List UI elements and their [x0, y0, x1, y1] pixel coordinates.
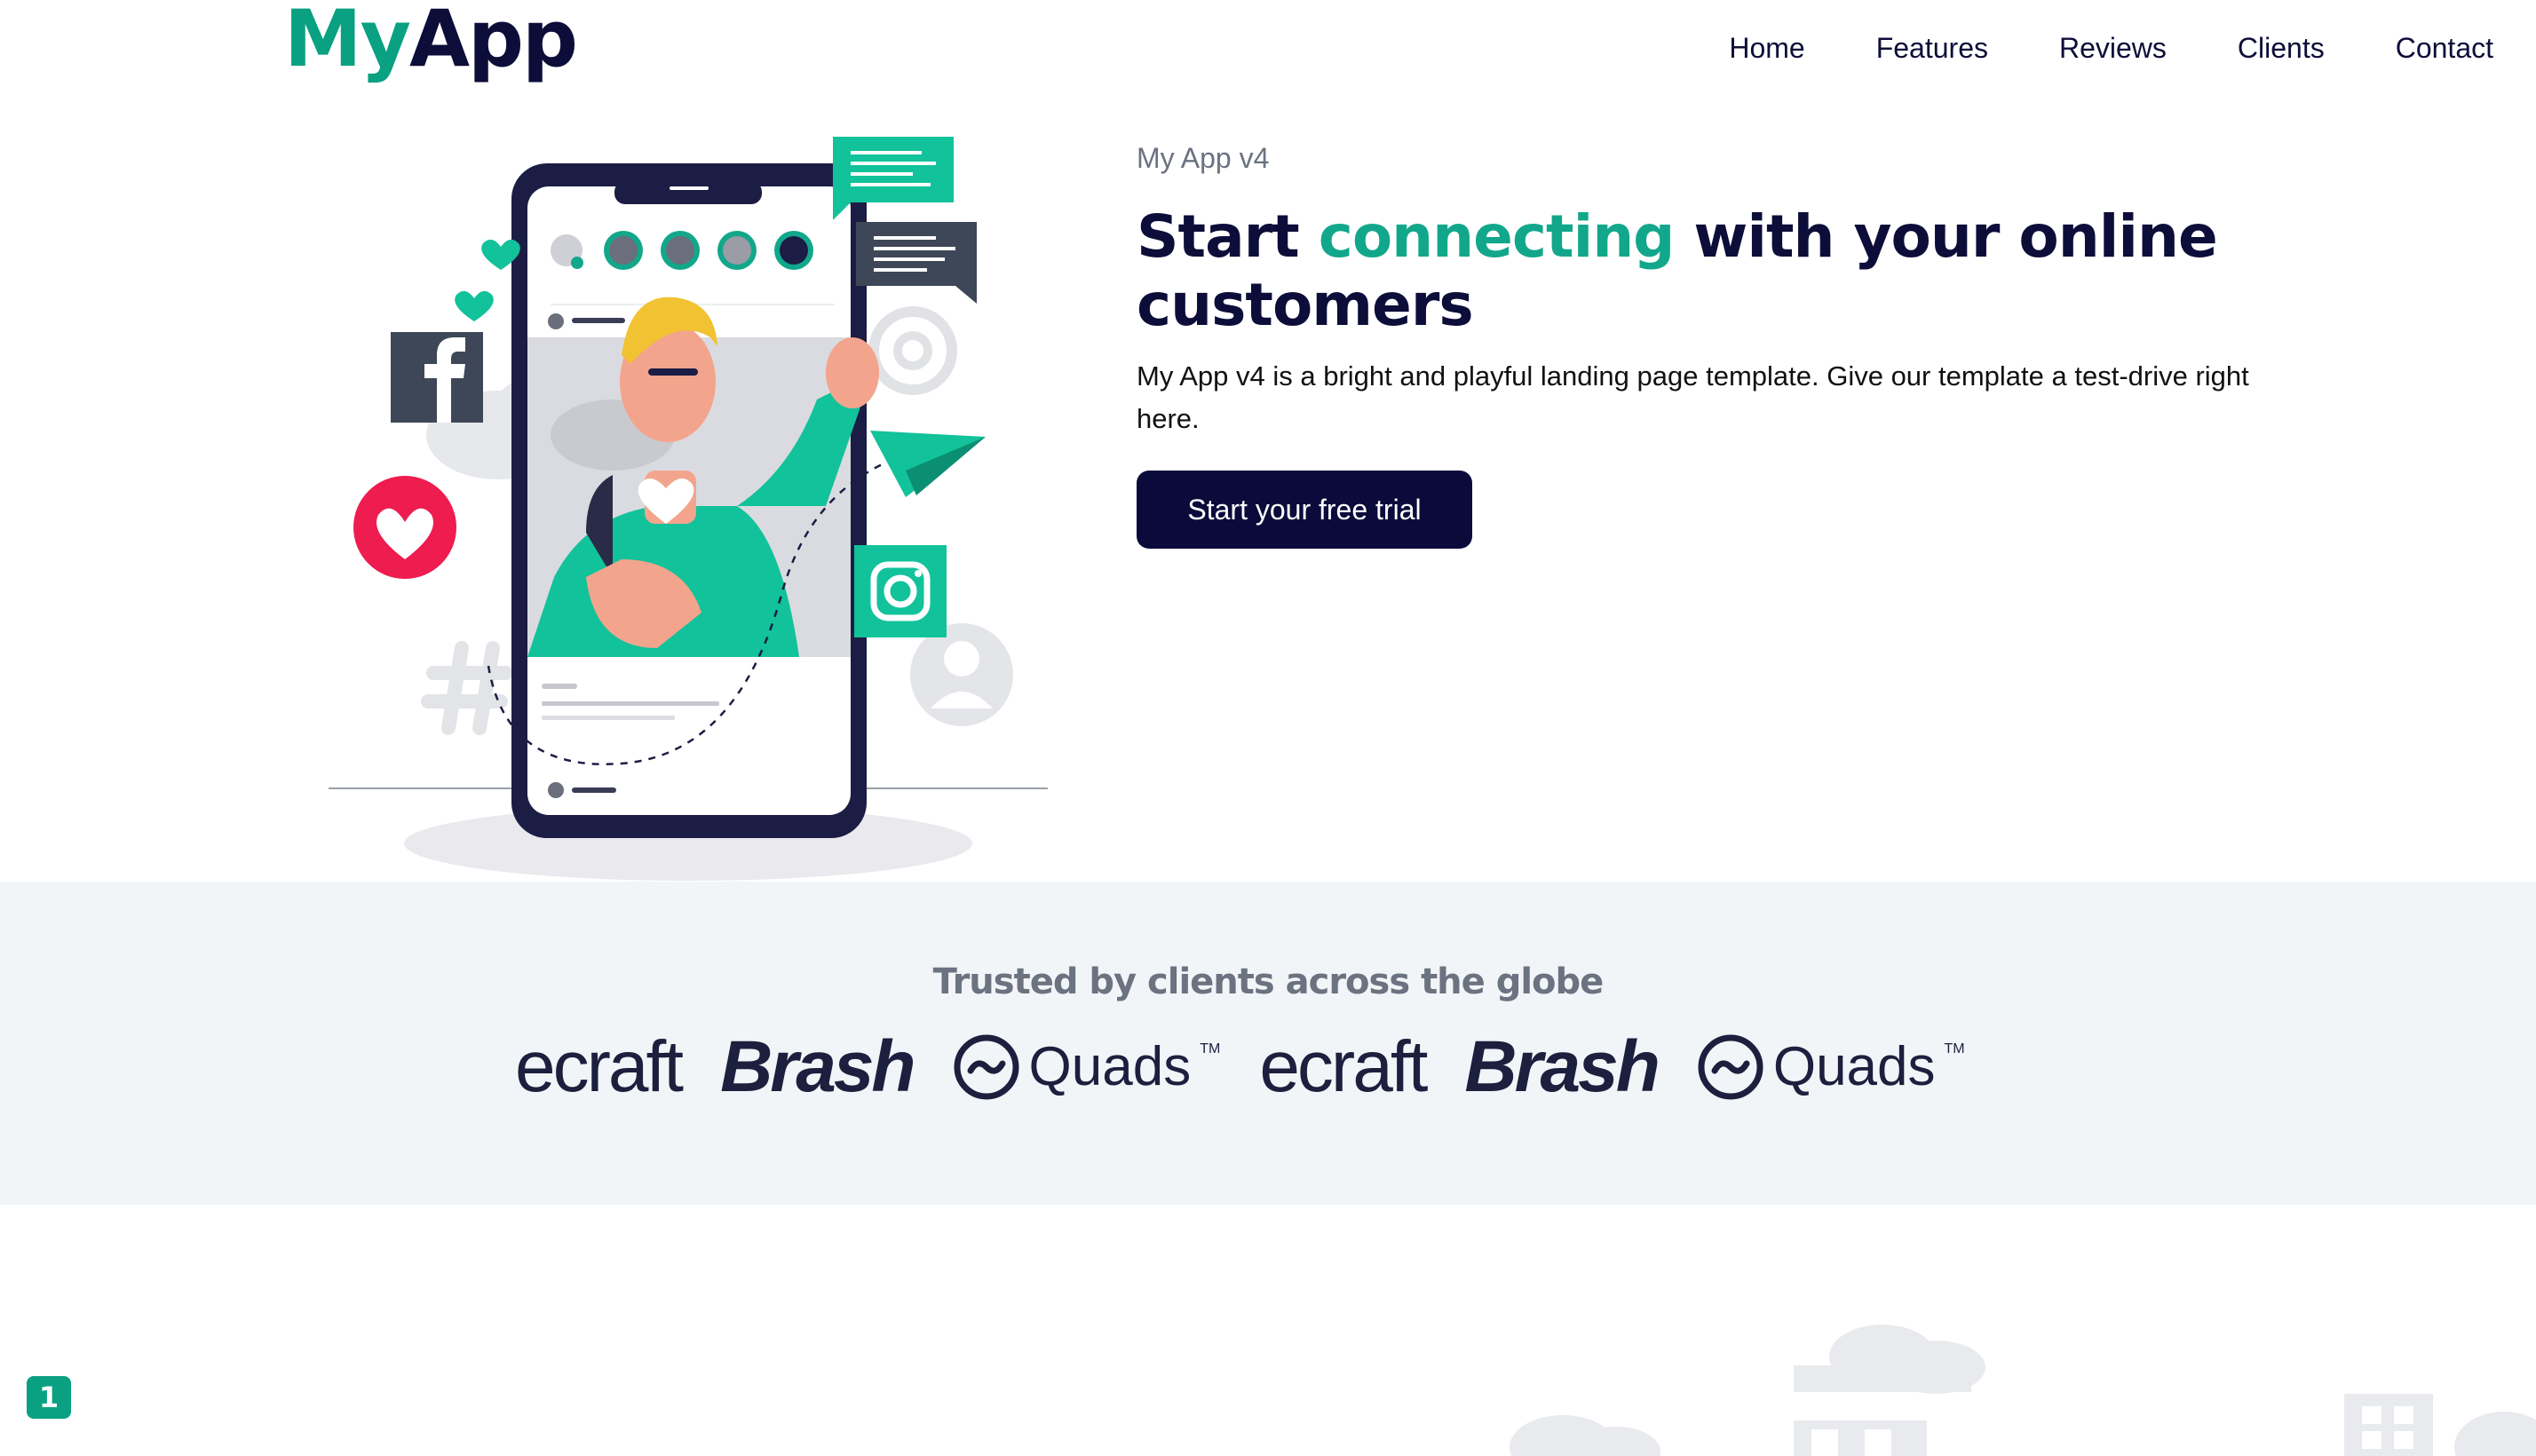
- hashtag-icon: [421, 641, 513, 735]
- start-free-trial-button[interactable]: Start your free trial: [1137, 471, 1472, 549]
- chat-bubble-icon: [856, 222, 977, 304]
- page-number-badge[interactable]: 1: [27, 1376, 71, 1419]
- quads-logo-icon: [1698, 1034, 1763, 1100]
- main-nav: Home Features Reviews Clients Contact: [1729, 32, 2493, 65]
- quads-trademark: TM: [1944, 1041, 1965, 1056]
- hero-lead: My App v4 is a bright and playful landin…: [1137, 360, 2249, 434]
- paper-plane-icon: [870, 431, 986, 497]
- hero-headline: Start connecting with your online custom…: [1137, 202, 2291, 339]
- client-logo-ecraft: ecraft: [515, 1026, 684, 1107]
- decorative-city-illustration: [1510, 1325, 2536, 1456]
- headline-accent: connecting: [1318, 202, 1676, 271]
- quads-logo-text: Quads: [1772, 1036, 1936, 1097]
- instagram-icon: [854, 545, 947, 637]
- client-logo-quads: Quads TM: [1697, 1033, 1965, 1101]
- clients-title: Trusted by clients across the globe: [932, 961, 1605, 1002]
- client-logo-ecraft: ecraft: [1259, 1026, 1428, 1107]
- nav-home[interactable]: Home: [1729, 32, 1804, 65]
- user-icon: [910, 623, 1013, 726]
- quads-logo-text: Quads: [1028, 1036, 1192, 1097]
- logo-app: App: [408, 0, 578, 84]
- nav-reviews[interactable]: Reviews: [2059, 32, 2167, 65]
- quads-trademark: TM: [1200, 1041, 1221, 1056]
- client-logo-quads: Quads TM: [953, 1033, 1221, 1101]
- headline-start: Start: [1137, 202, 1319, 271]
- facebook-icon: [391, 332, 483, 423]
- clients-section: Trusted by clients across the globe ecra…: [0, 882, 2536, 1205]
- hero-kicker: My App v4: [1137, 142, 1270, 174]
- logo[interactable]: MyApp: [284, 0, 578, 78]
- logo-my: My: [284, 0, 411, 84]
- nav-clients[interactable]: Clients: [2238, 32, 2325, 65]
- nav-contact[interactable]: Contact: [2396, 32, 2493, 65]
- quads-logo-icon: [954, 1034, 1019, 1100]
- heart-icon: [353, 476, 456, 579]
- client-logo-brash: Brash: [720, 1026, 915, 1107]
- client-logos: ecraft Brash Quads TM ecraft Brash Quads T…: [515, 1031, 1965, 1104]
- client-logo-brash: Brash: [1464, 1026, 1660, 1107]
- at-sign-icon: [868, 306, 957, 395]
- hero-illustration: [329, 137, 1048, 881]
- nav-features[interactable]: Features: [1876, 32, 1988, 65]
